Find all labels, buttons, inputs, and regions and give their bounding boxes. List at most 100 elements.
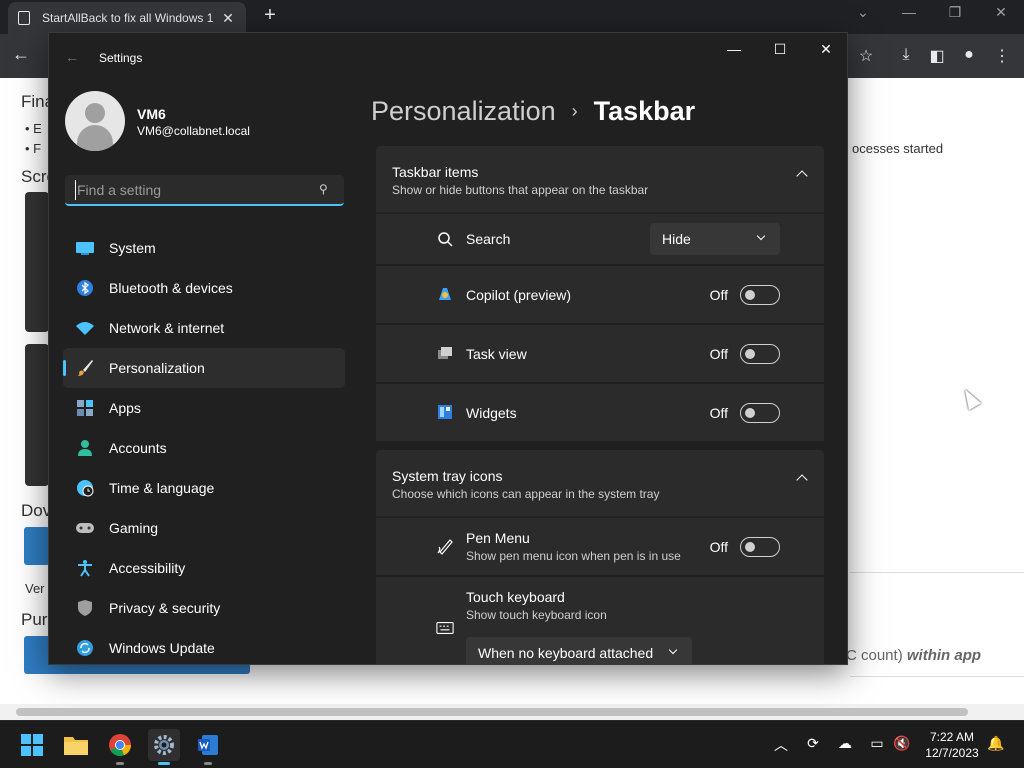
page-screenshot-image [25,192,49,332]
sync-icon[interactable]: ⟳ [803,735,823,752]
toggle-knob [745,541,755,552]
start-button[interactable] [16,729,48,761]
page-download-button[interactable] [24,527,50,565]
section-subtitle: Choose which icons can appear in the sys… [392,487,660,501]
sidebar-item-time-language[interactable]: Time & language [63,468,345,508]
system-tray-header[interactable]: System tray icons Choose which icons can… [376,450,824,516]
browser-tab[interactable]: StartAllBack to fix all Windows 1 ✕ [8,2,246,34]
scrollbar-thumb[interactable] [16,708,968,716]
pen-menu-state: Off [709,538,728,555]
sidebar-item-label: System [109,240,156,256]
tab-search-icon[interactable]: ⌄ [848,4,878,21]
horizontal-scrollbar[interactable] [0,704,1024,720]
sidebar-nav: System Bluetooth & devices Network & int… [63,228,345,664]
browser-tab-title: StartAllBack to fix all Windows 1 [42,11,214,25]
page-divider [850,572,1024,573]
download-icon[interactable]: ⤓ [895,46,917,64]
running-indicator [204,762,212,765]
sidebar-item-personalization[interactable]: Personalization [63,348,345,388]
cloud-icon[interactable]: ☁ [835,735,855,752]
running-indicator [116,762,124,765]
search-dropdown[interactable]: Hide [650,223,780,255]
notification-bell-icon[interactable]: 🔔 [986,735,1006,752]
touch-keyboard-dropdown-value: When no keyboard attached [478,645,654,661]
sidebar-item-accounts[interactable]: Accounts [63,428,345,468]
accessibility-icon [75,558,95,578]
page-text-fragment: ocesses started [852,141,944,156]
browser-menu-icon[interactable]: ⋮ [991,46,1013,66]
sidebar-item-apps[interactable]: Apps [63,388,345,428]
sidebar-item-system[interactable]: System [63,228,345,268]
settings-window-title: Settings [99,51,143,65]
sidebar-item-accessibility[interactable]: Accessibility [63,548,345,588]
active-indicator [158,762,170,765]
pen-menu-toggle[interactable] [740,536,780,557]
task-view-toggle[interactable] [740,343,780,364]
sidebar-item-label: Windows Update [109,640,215,656]
monitor-icon [75,238,95,258]
side-panel-icon[interactable]: ◧ [926,46,948,66]
widgets-toggle[interactable] [740,402,780,423]
touch-keyboard-dropdown[interactable]: When no keyboard attached [466,637,692,664]
widgets-label: Widgets [466,404,517,421]
sidebar-item-bluetooth[interactable]: Bluetooth & devices [63,268,345,308]
close-tab-icon[interactable]: ✕ [220,10,236,27]
search-input[interactable] [75,180,305,200]
settings-maximize-button[interactable]: ☐ [765,41,795,58]
search-icon [436,230,454,248]
sidebar-item-privacy[interactable]: Privacy & security [63,588,345,628]
gamepad-icon [75,518,95,538]
page-text-fragment: Ver [25,581,45,596]
page-heading-fragment: Pur [21,610,48,629]
sidebar-item-label: Gaming [109,520,159,536]
section-title: Taskbar items [392,164,479,180]
new-tab-button[interactable]: + [258,4,282,27]
taskbar-items-header[interactable]: Taskbar items Show or hide buttons that … [376,146,824,212]
settings-back-button[interactable]: ← [65,49,79,65]
sidebar-item-gaming[interactable]: Gaming [63,508,345,548]
copilot-icon [436,285,454,303]
search-dropdown-value: Hide [662,231,691,247]
sidebar-item-label: Network & internet [109,320,225,336]
browser-back-button[interactable]: ← [12,44,30,65]
sidebar-item-label: Personalization [109,360,205,376]
task-view-label: Task view [466,345,527,362]
breadcrumb-parent[interactable]: Personalization [371,96,556,127]
sidebar-item-label: Time & language [109,480,215,496]
person-icon [75,438,95,458]
search-box[interactable]: ⚲ [65,175,344,206]
breadcrumb: Personalization › Taskbar [371,91,695,131]
sidebar-item-network[interactable]: Network & internet [63,308,345,348]
network-icon[interactable]: ▭ [867,735,887,752]
copilot-toggle[interactable] [740,284,780,305]
settings-close-button[interactable]: ✕ [811,41,841,58]
taskbar-clock[interactable]: 7:22 AM 12/7/2023 [916,729,988,761]
bookmark-star-icon[interactable]: ☆ [855,46,877,66]
profile-email: VM6@collabnet.local [137,124,250,138]
settings-taskbar-button[interactable] [148,729,180,765]
volume-muted-icon[interactable]: 🔇 [892,735,912,752]
show-hidden-icons-chevron-icon[interactable]: ︿ [771,735,791,755]
avatar[interactable] [65,91,125,151]
brush-icon [75,358,95,378]
section-subtitle: Show or hide buttons that appear on the … [392,183,649,197]
restore-browser-button[interactable]: ❐ [940,4,970,21]
clock-time: 7:22 AM [929,730,975,744]
gear-icon [154,735,174,755]
copilot-row: Copilot (preview) Off [376,266,824,323]
close-browser-button[interactable]: ✕ [986,4,1016,21]
sidebar-item-windows-update[interactable]: Windows Update [63,628,345,664]
file-explorer-button[interactable] [60,729,92,761]
chrome-icon [109,734,131,756]
pen-icon [436,537,454,555]
wifi-icon [75,318,95,338]
apps-icon [75,398,95,418]
sidebar-item-label: Apps [109,400,141,416]
word-button[interactable] [192,729,224,765]
settings-minimize-button[interactable]: — [719,41,749,57]
minimize-browser-button[interactable]: — [894,4,924,20]
chrome-button[interactable] [104,729,136,765]
profile-icon[interactable]: ● [958,46,980,64]
settings-titlebar: ← Settings — ☐ ✕ [49,33,847,83]
search-icon[interactable]: ⚲ [319,182,328,196]
